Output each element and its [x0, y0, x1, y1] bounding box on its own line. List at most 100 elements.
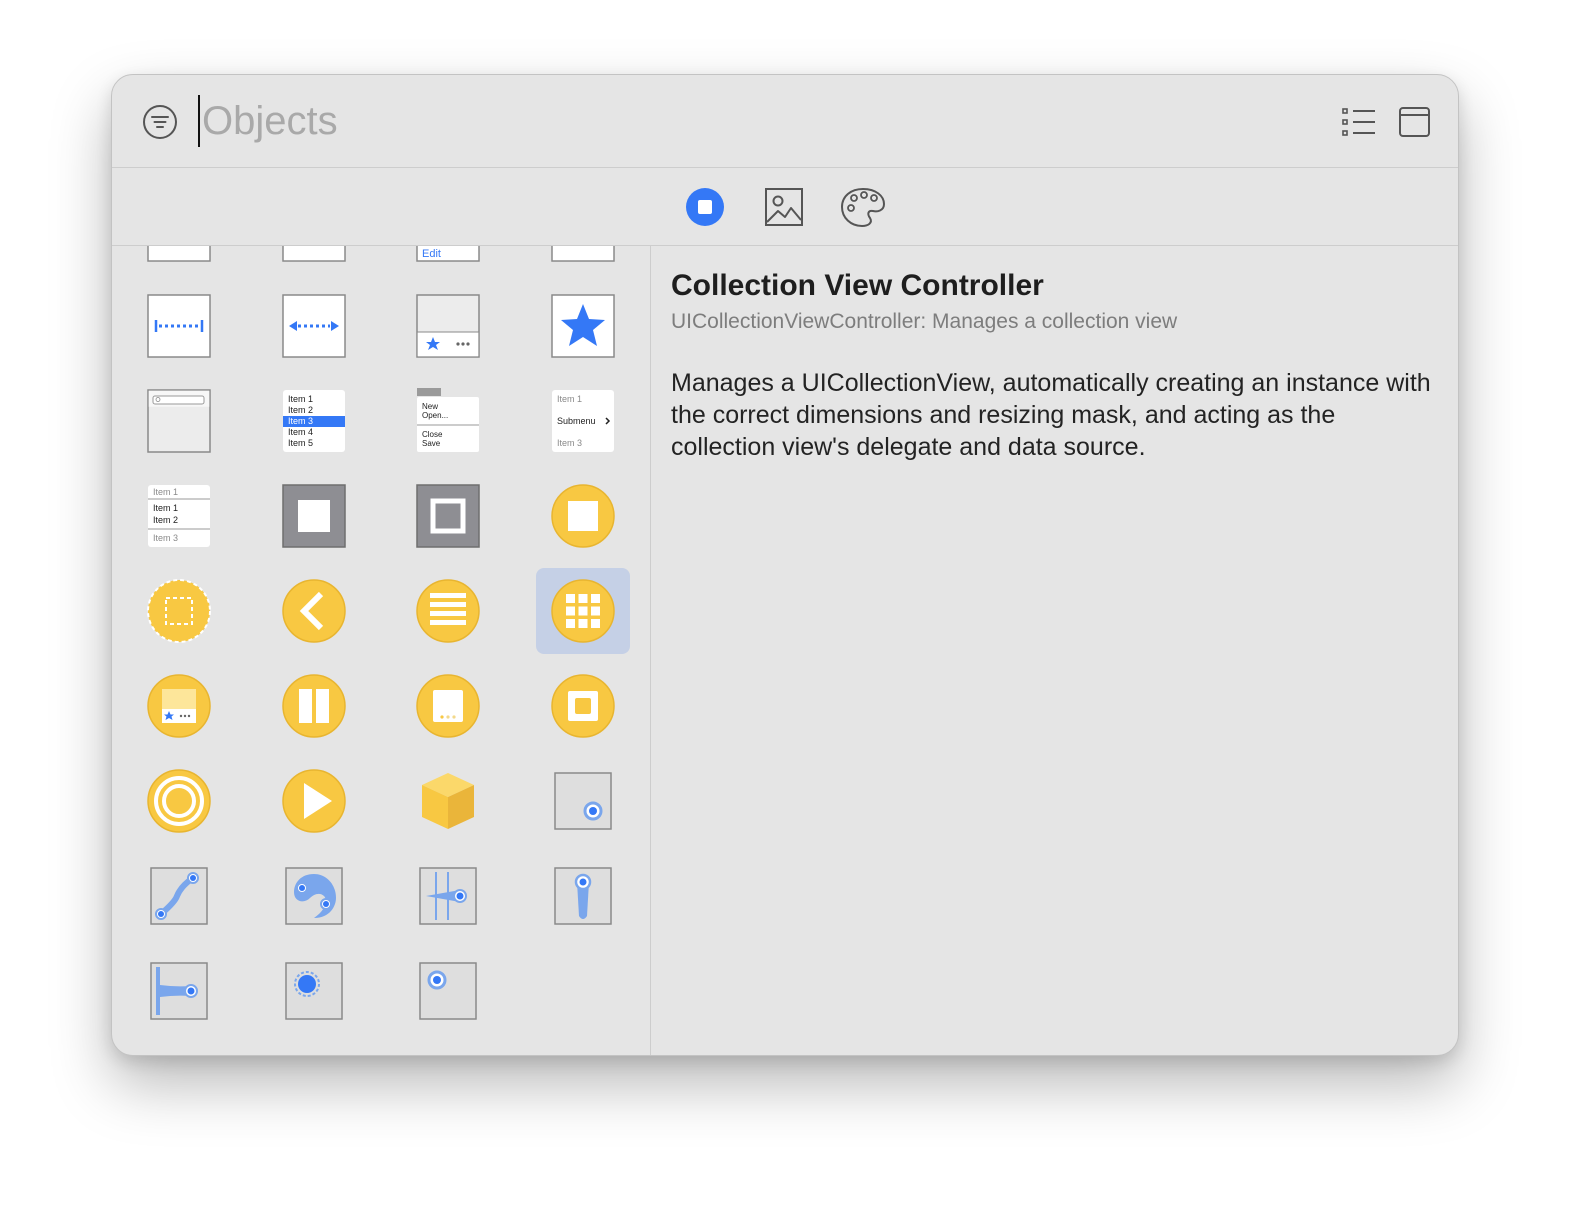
menu-item-close: Close [422, 430, 443, 439]
detail-description: Manages a UICollectionView, automaticall… [671, 369, 1431, 461]
menu-item-new: New [422, 402, 438, 411]
view-thumbnail-icon [551, 246, 615, 262]
screen-edge-pan-icon [150, 962, 208, 1020]
library-item-menu[interactable]: New Open... Close Save [401, 378, 495, 464]
library-item-view[interactable] [267, 473, 361, 559]
library-item-player-controller[interactable] [267, 758, 361, 844]
library-item-navigation-controller[interactable] [267, 568, 361, 654]
picker-item-2: Item 2 [153, 515, 178, 525]
menu-item-save: Save [422, 439, 441, 448]
library-item-tab-bar[interactable] [401, 283, 495, 369]
library-item-rotation-gesture[interactable] [267, 853, 361, 939]
navigation-bar-icon: Edit [416, 246, 480, 262]
fixed-space-icon [147, 294, 211, 358]
pan-gesture-icon [554, 867, 612, 925]
library-item-tab-bar-item[interactable] [536, 283, 630, 369]
submenu-label: Submenu [557, 416, 596, 426]
library-item-view-controller[interactable] [536, 473, 630, 559]
play-icon [282, 769, 346, 833]
table-item-5: Item 5 [288, 438, 313, 448]
library-item-picker-view[interactable]: Item 1 Item 1 Item 2 Item 3 [132, 473, 226, 559]
grid-icon [551, 579, 615, 643]
library-header [112, 75, 1458, 168]
picker-item-top: Item 1 [153, 487, 178, 497]
library-item-tap-gesture[interactable] [536, 758, 630, 844]
library-item-navigation-bar[interactable]: Edit [401, 246, 495, 274]
view-thumbnail-icon [147, 246, 211, 262]
images-segment-button[interactable] [763, 186, 805, 228]
tab-bar-controller-icon [147, 674, 211, 738]
library-item-long-press-gesture[interactable] [267, 948, 361, 1034]
hosting-controller-icon [551, 674, 615, 738]
objects-segment-button[interactable] [684, 186, 726, 228]
tab-bar-icon [416, 294, 480, 358]
photo-icon [765, 188, 803, 226]
swipe-gesture-icon [419, 867, 477, 925]
stop-circle-icon [686, 188, 724, 226]
tap-gesture-icon [554, 772, 612, 830]
table-rows-icon [416, 579, 480, 643]
library-item-storyboard-reference[interactable] [132, 568, 226, 654]
filter-button[interactable] [142, 104, 178, 140]
object-library-grid: Edit Item 1 Item 2 Item 3 Item 4 Item 5 … [112, 246, 651, 1055]
panel-toggle-button[interactable] [1398, 105, 1432, 139]
library-item-collection-view-controller[interactable] [536, 568, 630, 654]
edit-label: Edit [422, 248, 441, 260]
library-segment-bar [112, 168, 1458, 246]
target-rings-icon [147, 769, 211, 833]
long-press-gesture-icon [285, 962, 343, 1020]
picker-view-icon: Item 1 Item 1 Item 2 Item 3 [148, 485, 210, 547]
library-item-hosting-controller[interactable] [536, 663, 630, 749]
library-item-container-view[interactable] [401, 473, 495, 559]
view-controller-icon [551, 484, 615, 548]
library-item-swipe-gesture[interactable] [401, 853, 495, 939]
hover-gesture-icon [419, 962, 477, 1020]
search-input[interactable] [198, 95, 1102, 147]
library-item-flexible-space[interactable] [267, 283, 361, 369]
library-item-partial-4[interactable] [536, 246, 630, 274]
library-item-screen-edge-pan-gesture[interactable] [132, 948, 226, 1034]
submenu-icon: Item 1 Submenu Item 3 [552, 390, 614, 452]
chevron-left-icon [282, 579, 346, 643]
palette-icon [840, 187, 886, 228]
list-view-button[interactable] [1342, 106, 1376, 138]
cube-icon [422, 773, 474, 829]
star-icon [551, 294, 615, 358]
detail-subtitle: UICollectionViewController: Manages a co… [671, 310, 1178, 333]
submenu-item-1: Item 1 [557, 394, 582, 404]
table-item-2: Item 2 [288, 405, 313, 415]
library-item-pan-gesture[interactable] [536, 853, 630, 939]
filter-circle-icon [143, 105, 177, 139]
menu-item-open: Open... [422, 411, 448, 420]
view-thumbnail-icon [282, 246, 346, 262]
library-item-partial-1[interactable] [132, 246, 226, 274]
table-item-3: Item 3 [288, 416, 313, 426]
picker-item-bottom: Item 3 [153, 533, 178, 543]
library-item-fixed-space[interactable] [132, 283, 226, 369]
library-item-table-view-controller[interactable] [401, 568, 495, 654]
library-window: Edit [111, 74, 1459, 1056]
split-view-icon [282, 674, 346, 738]
submenu-item-3: Item 3 [557, 438, 582, 448]
detail-title: Collection View Controller [671, 269, 1044, 302]
container-view-icon [416, 484, 480, 548]
library-item-avkit-player-view-controller[interactable] [132, 758, 226, 844]
window-panel-icon [1399, 107, 1430, 137]
library-item-hover-gesture[interactable] [401, 948, 495, 1034]
library-item-page-view-controller[interactable] [401, 663, 495, 749]
page-view-icon [416, 674, 480, 738]
view-icon [282, 484, 346, 548]
search-bar-icon [147, 389, 211, 453]
library-item-partial-2[interactable] [267, 246, 361, 274]
library-item-split-view-controller[interactable] [267, 663, 361, 749]
library-item-search-bar[interactable] [132, 378, 226, 464]
menu-icon: New Open... Close Save [417, 388, 479, 452]
library-item-table-view[interactable]: Item 1 Item 2 Item 3 Item 4 Item 5 [267, 378, 361, 464]
library-item-object[interactable] [401, 758, 495, 844]
library-item-submenu[interactable]: Item 1 Submenu Item 3 [536, 378, 630, 464]
library-item-pinch-gesture[interactable] [132, 853, 226, 939]
colors-segment-button[interactable] [840, 186, 886, 228]
table-item-1: Item 1 [288, 394, 313, 404]
library-item-tab-bar-controller[interactable] [132, 663, 226, 749]
list-view-icon [1342, 108, 1375, 136]
